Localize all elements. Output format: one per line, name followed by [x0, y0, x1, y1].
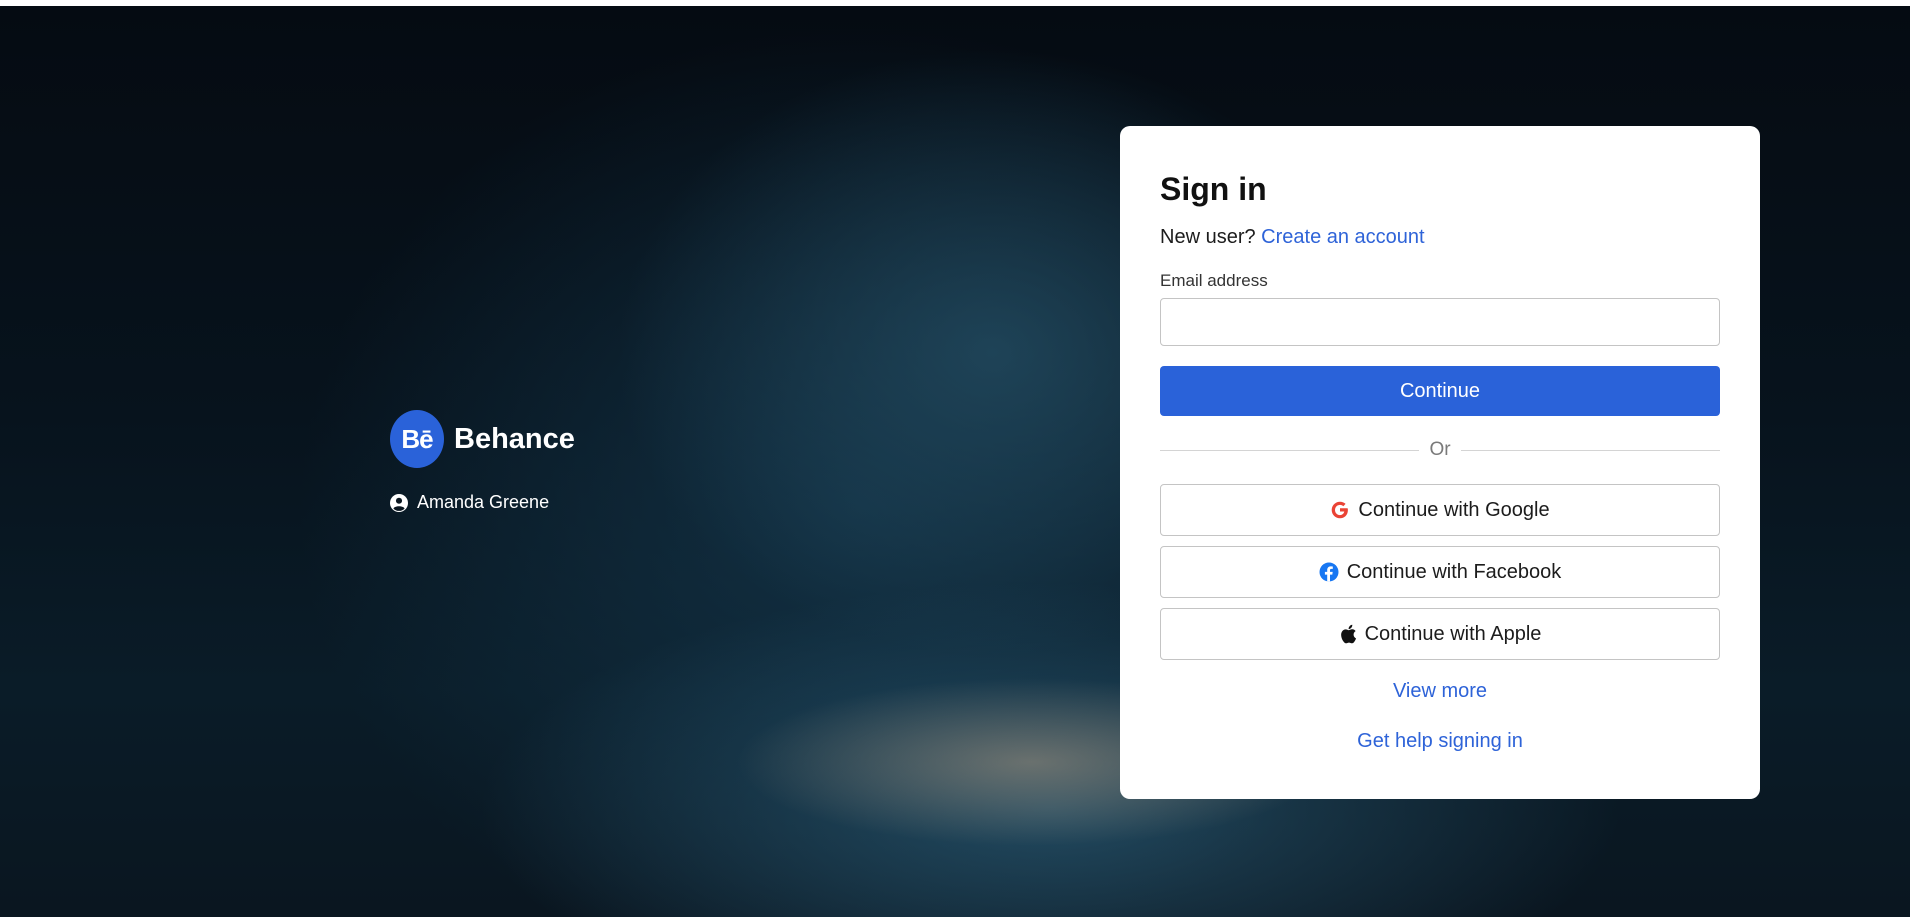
continue-with-facebook-button[interactable]: Continue with Facebook: [1160, 546, 1720, 598]
google-icon: [1332, 501, 1349, 519]
continue-with-google-button[interactable]: Continue with Google: [1160, 484, 1720, 536]
or-divider: Or: [1160, 438, 1721, 462]
new-user-prompt: New user?: [1160, 226, 1256, 248]
google-button-label: Continue with Google: [1358, 498, 1550, 521]
page: Bē Behance Amanda Greene Sign in New use…: [0, 0, 1910, 917]
brand-header: Bē Behance: [390, 410, 575, 468]
apple-icon: [1340, 624, 1356, 644]
signin-card: Sign in New user? Create an account Emai…: [1120, 126, 1760, 799]
signin-title: Sign in: [1160, 171, 1267, 207]
apple-button-label: Continue with Apple: [1364, 622, 1542, 645]
divider-line-left: [1160, 449, 1420, 451]
behance-logo-icon: Bē: [390, 410, 444, 468]
email-field[interactable]: [1160, 298, 1720, 346]
divider-text: Or: [1429, 439, 1451, 460]
new-user-line: New user? Create an account: [1160, 222, 1720, 252]
facebook-button-label: Continue with Facebook: [1346, 560, 1562, 583]
user-circle-icon: [390, 493, 408, 512]
facebook-icon: [1319, 562, 1339, 582]
user-name: Amanda Greene: [417, 492, 550, 512]
get-help-link[interactable]: Get help signing in: [1160, 726, 1720, 756]
email-label: Email address: [1160, 271, 1268, 290]
user-profile: Amanda Greene: [390, 492, 549, 513]
view-more-link[interactable]: View more: [1160, 676, 1720, 706]
brand-name: Behance: [454, 422, 575, 455]
continue-button[interactable]: Continue: [1160, 366, 1720, 416]
continue-with-apple-button[interactable]: Continue with Apple: [1160, 608, 1720, 660]
create-account-link[interactable]: Create an account: [1261, 226, 1424, 248]
divider-line-right: [1460, 449, 1721, 451]
